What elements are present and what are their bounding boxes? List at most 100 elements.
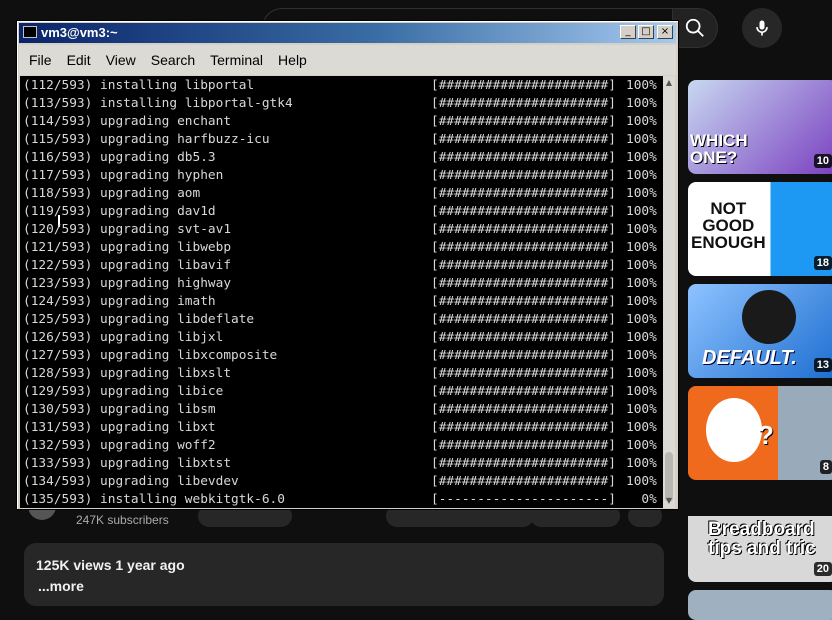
search-icon	[685, 18, 704, 37]
progress-bar-text: [######################]	[431, 276, 616, 291]
terminal-line: (132/593) upgrading woff2 [##############…	[23, 437, 657, 455]
line-text: (125/593) upgrading libdeflate	[23, 312, 255, 327]
progress-percent: 100%	[626, 312, 657, 327]
recommended-video-thumbnail[interactable]: DEFAULT. 13	[688, 284, 832, 378]
progress-bar-text: [######################]	[431, 294, 616, 309]
terminal-line: (127/593) upgrading libxcomposite [######…	[23, 347, 657, 365]
terminal-line: (120/593) upgrading svt-av1 [############…	[23, 221, 657, 239]
window-title: vm3@vm3:~	[41, 25, 118, 40]
progress-bar-text: [######################]	[431, 330, 616, 345]
thumbnail-text: WHICH ONE?	[690, 131, 748, 167]
vertical-scrollbar[interactable]: ▲ ▼	[663, 76, 675, 508]
progress-percent: 100%	[626, 294, 657, 309]
line-text: (119/593) upgrading dav1d	[23, 204, 216, 219]
progress-percent: 100%	[626, 222, 657, 237]
video-duration: 13	[813, 358, 832, 372]
scroll-down-icon[interactable]: ▼	[664, 496, 674, 506]
line-text: (127/593) upgrading libxcomposite	[23, 348, 278, 363]
menu-bar: File Edit View Search Terminal Help	[19, 45, 676, 75]
progress-bar-text: [######################]	[431, 168, 616, 183]
scroll-up-icon[interactable]: ▲	[664, 78, 674, 88]
thumbnail-text: Breadboard tips and tric	[708, 519, 816, 559]
terminal-line: (116/593) upgrading db5.3 [##############…	[23, 149, 657, 167]
terminal-line: (126/593) upgrading libjxl [#############…	[23, 329, 657, 347]
menu-file[interactable]: File	[27, 52, 63, 68]
progress-bar-text: [######################]	[431, 222, 616, 237]
terminal-window[interactable]: vm3@vm3:~ _ □ × File Edit View Search Te…	[16, 20, 679, 510]
close-button[interactable]: ×	[657, 25, 673, 39]
line-text: (117/593) upgrading hyphen	[23, 168, 224, 183]
line-text: (112/593) installing libportal	[23, 78, 255, 93]
line-text: (129/593) upgrading libice	[23, 384, 224, 399]
video-duration: 20	[813, 562, 832, 576]
progress-bar-text: [######################]	[431, 348, 616, 363]
line-text: (130/593) upgrading libsm	[23, 402, 216, 417]
line-text: (113/593) installing libportal-gtk4	[23, 96, 293, 111]
menu-search[interactable]: Search	[149, 52, 206, 68]
progress-bar-text: [######################]	[431, 456, 616, 471]
terminal-line: (133/593) upgrading libxtst [############…	[23, 455, 657, 473]
line-text: (122/593) upgrading libavif	[23, 258, 232, 273]
recommended-video-thumbnail[interactable]: Breadboard tips and tric 20	[688, 488, 832, 582]
terminal-output[interactable]: (112/593) installing libportal [#########…	[20, 76, 664, 508]
progress-percent: 100%	[626, 204, 657, 219]
subscriber-count: 247K subscribers	[76, 513, 169, 527]
menu-terminal[interactable]: Terminal	[208, 52, 274, 68]
mic-icon	[756, 20, 768, 36]
terminal-line: (122/593) upgrading libavif [############…	[23, 257, 657, 275]
show-more-link[interactable]: ...more	[38, 578, 84, 594]
progress-bar-text: [######################]	[431, 258, 616, 273]
progress-bar-text: [######################]	[431, 366, 616, 381]
progress-bar-text: [######################]	[431, 186, 616, 201]
recommended-video-thumbnail[interactable]: NOT GOOD ENOUGH 18	[688, 182, 832, 276]
voice-search-button[interactable]	[742, 8, 782, 48]
progress-bar-text: [######################]	[431, 132, 616, 147]
minimize-button[interactable]: _	[620, 25, 636, 39]
progress-percent: 100%	[626, 186, 657, 201]
terminal-line: (135/593) installing webkitgtk-6.0 [-----…	[23, 491, 657, 508]
progress-percent: 100%	[626, 276, 657, 291]
progress-percent: 100%	[626, 330, 657, 345]
progress-percent: 100%	[626, 348, 657, 363]
menu-edit[interactable]: Edit	[65, 52, 102, 68]
terminal-line: (112/593) installing libportal [#########…	[23, 77, 657, 95]
progress-percent: 100%	[626, 96, 657, 111]
terminal-line: (128/593) upgrading libxslt [############…	[23, 365, 657, 383]
progress-bar-text: [######################]	[431, 474, 616, 489]
gnome-logo	[742, 290, 796, 344]
recommended-video-thumbnail[interactable]: ? 8	[688, 386, 832, 480]
line-text: (132/593) upgrading woff2	[23, 438, 216, 453]
line-text: (135/593) installing webkitgtk-6.0	[23, 492, 285, 507]
menu-help[interactable]: Help	[276, 52, 318, 68]
progress-bar-text: [######################]	[431, 438, 616, 453]
terminal-line: (131/593) upgrading libxt [##############…	[23, 419, 657, 437]
title-bar[interactable]: vm3@vm3:~ _ □ ×	[19, 23, 676, 43]
line-text: (134/593) upgrading libevdev	[23, 474, 239, 489]
line-text: (126/593) upgrading libjxl	[23, 330, 224, 345]
line-text: (131/593) upgrading libxt	[23, 420, 216, 435]
recommended-video-thumbnail[interactable]	[688, 590, 832, 620]
line-text: (124/593) upgrading imath	[23, 294, 216, 309]
video-duration: 10	[813, 154, 832, 168]
progress-percent: 0%	[626, 492, 657, 507]
thumbnail-text: NOT GOOD ENOUGH	[691, 199, 766, 252]
views-and-date: 125K views 1 year ago	[36, 557, 185, 573]
progress-bar-text: [######################]	[431, 150, 616, 165]
progress-percent: 100%	[626, 114, 657, 129]
terminal-line: (125/593) upgrading libdeflate [#########…	[23, 311, 657, 329]
line-text: (114/593) upgrading enchant	[23, 114, 232, 129]
line-text: (133/593) upgrading libxtst	[23, 456, 232, 471]
video-description[interactable]: 125K views 1 year ago ...more	[24, 543, 664, 606]
terminal-line: (121/593) upgrading libwebp [############…	[23, 239, 657, 257]
video-duration: 8	[819, 460, 832, 474]
menu-view[interactable]: View	[104, 52, 147, 68]
scrollbar-thumb[interactable]	[665, 452, 673, 502]
progress-percent: 100%	[626, 402, 657, 417]
maximize-button[interactable]: □	[638, 25, 654, 39]
recommended-video-thumbnail[interactable]: WHICH ONE? 10	[688, 80, 832, 174]
progress-percent: 100%	[626, 366, 657, 381]
line-text: (115/593) upgrading harfbuzz-icu	[23, 132, 270, 147]
terminal-line: (134/593) upgrading libevdev [###########…	[23, 473, 657, 491]
terminal-line: (124/593) upgrading imath [##############…	[23, 293, 657, 311]
progress-bar-text: [######################]	[431, 402, 616, 417]
